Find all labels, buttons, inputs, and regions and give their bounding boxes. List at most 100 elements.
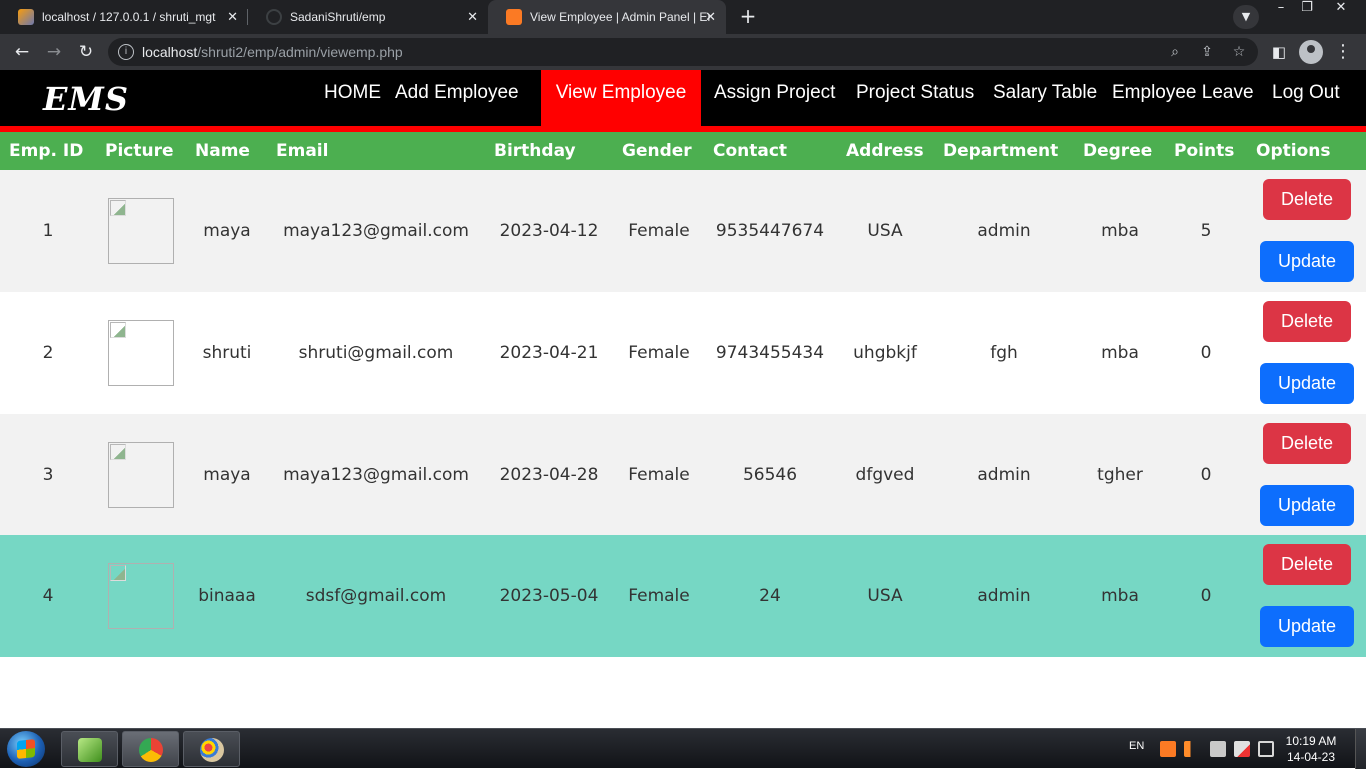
language-indicator[interactable]: EN [1129,740,1144,752]
update-button[interactable]: Update [1260,485,1354,526]
header-picture: Picture [105,141,174,161]
delete-button[interactable]: Delete [1263,423,1351,464]
cell-department: admin [977,465,1031,485]
update-button[interactable]: Update [1260,241,1354,282]
cell-contact: 9743455434 [715,343,825,363]
new-tab-icon[interactable]: + [736,5,760,29]
volume-muted-icon[interactable] [1210,741,1226,757]
zoom-icon[interactable]: ⌕ [1164,41,1186,63]
share-icon[interactable]: ⇪ [1196,41,1218,63]
header-options: Options [1256,141,1331,161]
header-contact: Contact [713,141,788,161]
cell-points: 0 [1200,343,1212,363]
taskbar: EN 10:19 AM 14-04-23 [0,728,1366,769]
nav-project-status[interactable]: Project Status [850,70,980,126]
show-desktop-button[interactable] [1355,729,1366,769]
cell-degree: mba [1101,586,1139,606]
phpmyadmin-icon [18,9,34,25]
cell-degree: tgher [1097,465,1143,485]
xampp-tray-icon[interactable] [1160,741,1176,757]
tab-view-employee[interactable]: View Employee | Admin Panel | Em ✕ [488,0,726,34]
cell-gender: Female [628,343,690,363]
taskbar-notepadpp[interactable] [61,731,118,767]
cell-address: uhgbkjf [853,343,917,363]
tab-title: SadaniShruti/emp [290,10,386,24]
tab-title: localhost / 127.0.0.1 / shruti_mgt [42,10,216,24]
employee-picture [108,563,174,629]
taskbar-chrome[interactable] [122,731,179,767]
cell-birthday: 2023-04-28 [499,465,599,485]
system-clock[interactable]: 10:19 AM 14-04-23 [1280,733,1342,765]
cell-contact: 56546 [742,465,798,485]
speaker-tray-icon[interactable] [1184,741,1200,757]
forward-icon[interactable]: → [42,40,66,64]
cell-birthday: 2023-04-21 [499,343,599,363]
close-icon[interactable]: ✕ [705,9,716,25]
browser-chrome: localhost / 127.0.0.1 / shruti_mgt ✕ Sad… [0,0,1366,70]
start-button-icon[interactable] [7,731,45,767]
minimize-icon[interactable]: – [1270,0,1292,18]
cell-degree: mba [1101,343,1139,363]
info-icon[interactable]: i [118,44,134,60]
cell-birthday: 2023-05-04 [499,586,599,606]
site-navbar: EMS HOME Add Employee View Employee Assi… [0,70,1366,126]
close-icon[interactable]: ✕ [467,9,478,25]
nav-log-out[interactable]: Log Out [1266,70,1346,126]
nav-view-employee[interactable]: View Employee [541,70,701,126]
header-birthday: Birthday [494,141,576,161]
nav-home[interactable]: HOME [318,70,387,126]
address-bar[interactable]: i localhost/shruti2/emp/admin/viewemp.ph… [108,38,1258,66]
cell-id: 2 [42,343,54,363]
cell-points: 5 [1200,221,1212,241]
close-icon[interactable]: ✕ [227,9,238,25]
reload-icon[interactable]: ↻ [74,40,98,64]
cell-id: 4 [42,586,54,606]
nav-employee-leave[interactable]: Employee Leave [1106,70,1260,126]
side-panel-icon[interactable]: ◧ [1267,40,1291,64]
tab-phpmyadmin[interactable]: localhost / 127.0.0.1 / shruti_mgt ✕ [0,0,248,34]
nav-salary-table[interactable]: Salary Table [987,70,1103,126]
tab-title: View Employee | Admin Panel | Em [530,10,710,24]
cell-degree: mba [1101,221,1139,241]
cell-gender: Female [628,465,690,485]
cell-department: fgh [990,343,1018,363]
taskbar-paint[interactable] [183,731,240,767]
cell-birthday: 2023-04-12 [499,221,599,241]
update-button[interactable]: Update [1260,606,1354,647]
update-button[interactable]: Update [1260,363,1354,404]
network-icon[interactable] [1258,741,1274,757]
cell-email: sdsf@gmail.com [305,586,447,606]
tab-github[interactable]: SadaniShruti/emp ✕ [248,0,488,34]
back-icon[interactable]: ← [10,40,34,64]
cell-name: shruti [202,343,252,363]
window-close-icon[interactable]: ✕ [1330,0,1352,18]
nav-add-employee[interactable]: Add Employee [389,70,525,126]
delete-button[interactable]: Delete [1263,544,1351,585]
url-text[interactable]: localhost/shruti2/emp/admin/viewemp.php [142,44,403,60]
table-header: Emp. ID Picture Name Email Birthday Gend… [0,132,1366,170]
cell-contact: 24 [759,586,781,606]
menu-kebab-icon[interactable]: ⋮ [1334,40,1352,64]
cell-department: admin [977,586,1031,606]
action-center-flag-icon[interactable] [1234,741,1250,757]
header-email: Email [276,141,329,161]
table-row: 1 maya maya123@gmail.com 2023-04-12 Fema… [0,170,1366,292]
brand-logo[interactable]: EMS [43,80,129,118]
restore-icon[interactable]: ❐ [1296,0,1318,18]
header-emp-id: Emp. ID [9,141,84,161]
cell-address: USA [867,221,903,241]
cell-points: 0 [1200,465,1212,485]
cell-name: binaaa [198,586,256,606]
cell-points: 0 [1200,586,1212,606]
xampp-icon [506,9,522,25]
header-points: Points [1174,141,1235,161]
nav-assign-project[interactable]: Assign Project [708,70,841,126]
delete-button[interactable]: Delete [1263,179,1351,220]
header-gender: Gender [622,141,692,161]
table-row: 2 shruti shruti@gmail.com 2023-04-21 Fem… [0,292,1366,414]
profile-avatar-icon[interactable] [1299,40,1323,64]
bookmark-star-icon[interactable]: ☆ [1228,41,1250,63]
delete-button[interactable]: Delete [1263,301,1351,342]
chevron-down-icon[interactable]: ▼ [1233,5,1259,29]
employee-picture [108,198,174,264]
